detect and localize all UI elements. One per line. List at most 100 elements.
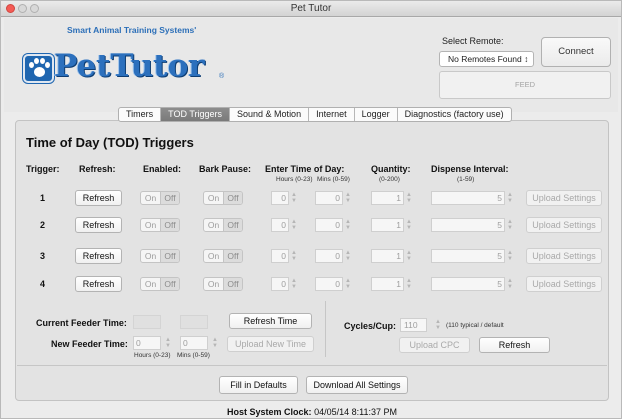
registered-mark: ®	[219, 73, 225, 80]
enabled-on[interactable]: On	[141, 192, 160, 204]
quantity-range-label: (0-200)	[379, 176, 400, 183]
upload-settings-button[interactable]: Upload Settings	[526, 276, 602, 292]
trigger-refresh-button[interactable]: Refresh	[75, 276, 122, 292]
new-hours-stepper[interactable]: ▲ ▼	[164, 337, 172, 351]
connect-button[interactable]: Connect	[541, 37, 611, 67]
bark-pause-toggle[interactable]: On Off	[203, 218, 243, 232]
new-hours-field[interactable]: 0	[133, 336, 161, 350]
enabled-toggle[interactable]: On Off	[140, 218, 180, 232]
upload-cpc-button[interactable]: Upload CPC	[399, 337, 470, 353]
bark-pause-toggle[interactable]: On Off	[203, 277, 243, 291]
upload-settings-button[interactable]: Upload Settings	[526, 217, 602, 233]
bark-pause-off[interactable]: Off	[223, 278, 242, 290]
tab-internet[interactable]: Internet	[308, 108, 354, 121]
mins-field[interactable]: 0	[315, 218, 343, 232]
cycles-cup-stepper[interactable]: ▲ ▼	[434, 319, 442, 333]
mins-stepper[interactable]: ▲ ▼	[344, 250, 352, 264]
title-bar[interactable]: Pet Tutor	[1, 1, 621, 17]
trigger-number: 4	[40, 279, 46, 289]
cycles-refresh-button[interactable]: Refresh	[479, 337, 550, 353]
quantity-stepper[interactable]: ▲ ▼	[405, 250, 413, 264]
interval-stepper[interactable]: ▲ ▼	[506, 219, 514, 233]
enabled-on[interactable]: On	[141, 250, 160, 262]
section-title: Time of Day (TOD) Triggers	[26, 135, 194, 150]
interval-field[interactable]: 5	[431, 218, 505, 232]
new-feeder-time-label: New Feeder Time:	[51, 339, 128, 349]
bark-pause-toggle[interactable]: On Off	[203, 191, 243, 205]
hours-field[interactable]: 0	[271, 277, 289, 291]
select-remote-label: Select Remote:	[442, 36, 504, 46]
bark-pause-off[interactable]: Off	[223, 250, 242, 262]
enabled-off[interactable]: Off	[160, 219, 179, 231]
hours-field[interactable]: 0	[271, 249, 289, 263]
interval-stepper[interactable]: ▲ ▼	[506, 250, 514, 264]
mins-field[interactable]: 0	[315, 277, 343, 291]
mins-stepper[interactable]: ▲ ▼	[344, 278, 352, 292]
bark-pause-off[interactable]: Off	[223, 219, 242, 231]
quantity-stepper[interactable]: ▲ ▼	[405, 192, 413, 206]
mins-stepper[interactable]: ▲ ▼	[344, 192, 352, 206]
upload-settings-button[interactable]: Upload Settings	[526, 248, 602, 264]
enabled-off[interactable]: Off	[160, 278, 179, 290]
cycles-cup-label: Cycles/Cup:	[344, 321, 397, 331]
upload-settings-button[interactable]: Upload Settings	[526, 190, 602, 206]
bark-pause-toggle[interactable]: On Off	[203, 249, 243, 263]
mins-stepper[interactable]: ▲ ▼	[344, 219, 352, 233]
refresh-time-button[interactable]: Refresh Time	[229, 313, 312, 329]
pettutor-logo: PetTutor	[54, 48, 205, 84]
mins-field[interactable]: 0	[315, 191, 343, 205]
enabled-off[interactable]: Off	[160, 192, 179, 204]
col-refresh: Refresh:	[79, 164, 116, 174]
col-quantity: Quantity:	[371, 164, 411, 174]
download-all-settings-button[interactable]: Download All Settings	[306, 376, 408, 394]
quantity-stepper[interactable]: ▲ ▼	[405, 278, 413, 292]
bark-pause-on[interactable]: On	[204, 278, 223, 290]
interval-stepper[interactable]: ▲ ▼	[506, 192, 514, 206]
feed-button[interactable]: FEED	[439, 71, 611, 99]
hours-field[interactable]: 0	[271, 218, 289, 232]
trigger-refresh-button[interactable]: Refresh	[75, 248, 122, 264]
tab-logger[interactable]: Logger	[353, 108, 397, 121]
enabled-toggle[interactable]: On Off	[140, 249, 180, 263]
hours-stepper[interactable]: ▲ ▼	[290, 219, 298, 233]
bark-pause-on[interactable]: On	[204, 219, 223, 231]
enabled-on[interactable]: On	[141, 219, 160, 231]
new-hours-range: Hours (0-23)	[134, 352, 171, 359]
quantity-field[interactable]: 1	[371, 191, 404, 205]
new-mins-stepper[interactable]: ▲ ▼	[211, 337, 219, 351]
trigger-refresh-button[interactable]: Refresh	[75, 217, 122, 233]
tab-diagnostics[interactable]: Diagnostics (factory use)	[396, 108, 511, 121]
bark-pause-on[interactable]: On	[204, 250, 223, 262]
quantity-field[interactable]: 1	[371, 249, 404, 263]
enabled-off[interactable]: Off	[160, 250, 179, 262]
hours-stepper[interactable]: ▲ ▼	[290, 192, 298, 206]
tab-tod-triggers[interactable]: TOD Triggers	[160, 108, 230, 121]
quantity-field[interactable]: 1	[371, 277, 404, 291]
cycles-cup-field[interactable]: 110	[400, 318, 427, 332]
enabled-toggle[interactable]: On Off	[140, 191, 180, 205]
interval-stepper[interactable]: ▲ ▼	[506, 278, 514, 292]
trigger-refresh-button[interactable]: Refresh	[75, 190, 122, 206]
remote-select[interactable]: No Remotes Found ↕	[439, 51, 534, 67]
enabled-on[interactable]: On	[141, 278, 160, 290]
new-mins-field[interactable]: 0	[180, 336, 208, 350]
hours-stepper[interactable]: ▲ ▼	[290, 250, 298, 264]
hours-field[interactable]: 0	[271, 191, 289, 205]
quantity-field[interactable]: 1	[371, 218, 404, 232]
bark-pause-off[interactable]: Off	[223, 192, 242, 204]
interval-field[interactable]: 5	[431, 191, 505, 205]
fill-defaults-button[interactable]: Fill in Defaults	[219, 376, 298, 394]
hours-stepper[interactable]: ▲ ▼	[290, 278, 298, 292]
upload-new-time-button[interactable]: Upload New Time	[227, 336, 314, 352]
hours-range-label: Hours (0-23)	[276, 176, 313, 183]
mins-field[interactable]: 0	[315, 249, 343, 263]
trigger-number: 1	[40, 193, 46, 203]
interval-field[interactable]: 5	[431, 249, 505, 263]
enabled-toggle[interactable]: On Off	[140, 277, 180, 291]
interval-field[interactable]: 5	[431, 277, 505, 291]
tab-timers[interactable]: Timers	[119, 108, 160, 121]
tab-sound-motion[interactable]: Sound & Motion	[229, 108, 308, 121]
bark-pause-on[interactable]: On	[204, 192, 223, 204]
current-feeder-time-label: Current Feeder Time:	[36, 318, 127, 328]
quantity-stepper[interactable]: ▲ ▼	[405, 219, 413, 233]
